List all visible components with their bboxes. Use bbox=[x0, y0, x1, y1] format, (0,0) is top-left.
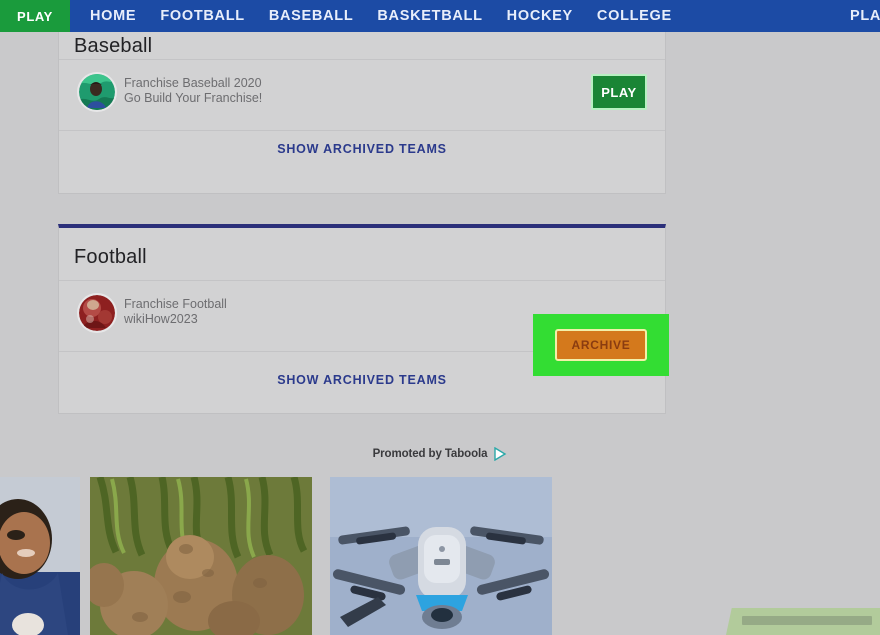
nav-link-home[interactable]: HOME bbox=[90, 8, 136, 24]
nav-link-hockey[interactable]: HOCKEY bbox=[507, 8, 573, 24]
baseball-team-text: Franchise Baseball 2020 Go Build Your Fr… bbox=[124, 76, 262, 106]
nav-links: HOME FOOTBALL BASEBALL BASKETBALL HOCKEY… bbox=[90, 0, 672, 32]
football-team-name: Franchise Football bbox=[124, 297, 227, 311]
taboola-credit: Promoted by Taboola bbox=[0, 446, 880, 462]
football-section-heading: Football bbox=[74, 246, 147, 268]
baseball-section-heading: Baseball bbox=[74, 35, 153, 57]
ad-thumbnail-nurse[interactable] bbox=[0, 477, 80, 635]
baseball-team-name: Franchise Baseball 2020 bbox=[124, 76, 262, 90]
nav-link-college[interactable]: COLLEGE bbox=[597, 8, 672, 24]
baseball-team-avatar bbox=[77, 72, 117, 112]
taboola-play-icon[interactable] bbox=[493, 446, 507, 462]
nav-link-football[interactable]: FOOTBALL bbox=[160, 8, 245, 24]
football-archive-button[interactable]: ARCHIVE bbox=[555, 329, 647, 361]
baseball-team-subtitle: Go Build Your Franchise! bbox=[124, 91, 263, 105]
baseball-section-card: Baseball Franchise Baseball 2020 Go Buil… bbox=[58, 16, 666, 194]
football-team-subtitle: wikiHow2023 bbox=[124, 312, 198, 326]
top-navigation-bar: PLAY HOME FOOTBALL BASEBALL BASKETBALL H… bbox=[0, 0, 880, 32]
football-team-row[interactable]: Franchise Football wikiHow2023 ARCHIVE bbox=[59, 280, 669, 376]
football-team-text: Franchise Football wikiHow2023 bbox=[124, 297, 227, 327]
archive-button-highlight: ARCHIVE bbox=[533, 314, 669, 376]
nav-play-tab[interactable]: PLAY bbox=[0, 0, 70, 32]
ad-thumbnail-root-vegetables[interactable] bbox=[90, 477, 312, 635]
nav-link-baseball[interactable]: BASEBALL bbox=[269, 8, 354, 24]
nav-link-basketball[interactable]: BASKETBALL bbox=[377, 8, 482, 24]
football-section-card: Football Franchise Football wikiHow2023 … bbox=[58, 224, 669, 414]
ad-thumbnail-drone[interactable] bbox=[330, 477, 552, 635]
baseball-show-archived-teams-link[interactable]: SHOW ARCHIVED TEAMS bbox=[59, 142, 665, 156]
nav-play-right-partial[interactable]: PLAY bbox=[850, 0, 880, 32]
baseball-team-row[interactable]: Franchise Baseball 2020 Go Build Your Fr… bbox=[59, 59, 665, 131]
taboola-credit-label: Promoted by Taboola bbox=[372, 448, 488, 460]
baseball-play-button[interactable]: PLAY bbox=[591, 74, 647, 110]
football-show-archived-teams-link[interactable]: SHOW ARCHIVED TEAMS bbox=[59, 373, 665, 387]
football-team-avatar bbox=[77, 293, 117, 333]
bottom-green-banner-text-blur bbox=[742, 616, 872, 625]
page-body: Baseball Franchise Baseball 2020 Go Buil… bbox=[0, 0, 880, 635]
